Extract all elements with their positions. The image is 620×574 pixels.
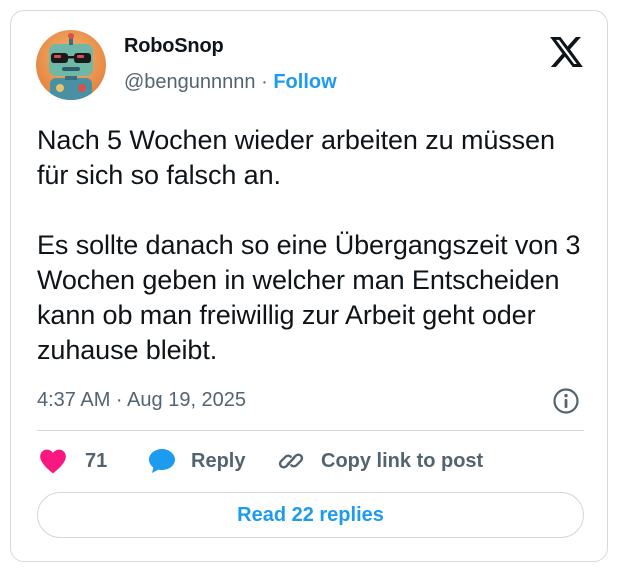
author-handle-row: @bengunnnnn · Follow (124, 71, 337, 94)
avatar[interactable] (36, 30, 106, 100)
copy-link-label: Copy link to post (321, 449, 484, 472)
follow-button[interactable]: Follow (273, 71, 336, 93)
divider (37, 430, 584, 431)
tweet-timestamp[interactable]: 4:37 AM · Aug 19, 2025 (37, 389, 246, 412)
author-handle[interactable]: @bengunnnnn (124, 71, 256, 93)
speech-bubble-icon (149, 449, 175, 473)
read-replies-button[interactable]: Read 22 replies (37, 492, 584, 538)
handle-separator: · (261, 71, 268, 93)
like-button[interactable]: 71 (39, 444, 107, 478)
tweet-card: RoboSnop @bengunnnnn · Follow Nach 5 Woc… (10, 10, 608, 562)
tweet-text: Nach 5 Wochen wieder arbeiten zu müssen … (37, 125, 581, 365)
reply-button[interactable]: Reply (147, 444, 245, 478)
reply-label: Reply (191, 449, 246, 472)
heart-icon (40, 449, 66, 474)
info-icon[interactable] (552, 387, 580, 415)
author-name[interactable]: RoboSnop (124, 35, 224, 58)
copy-link-button[interactable]: Copy link to post (277, 444, 483, 478)
robot-avatar-image (36, 30, 106, 100)
like-count: 71 (85, 449, 108, 472)
link-icon (278, 453, 304, 469)
x-logo-icon[interactable] (550, 37, 583, 67)
